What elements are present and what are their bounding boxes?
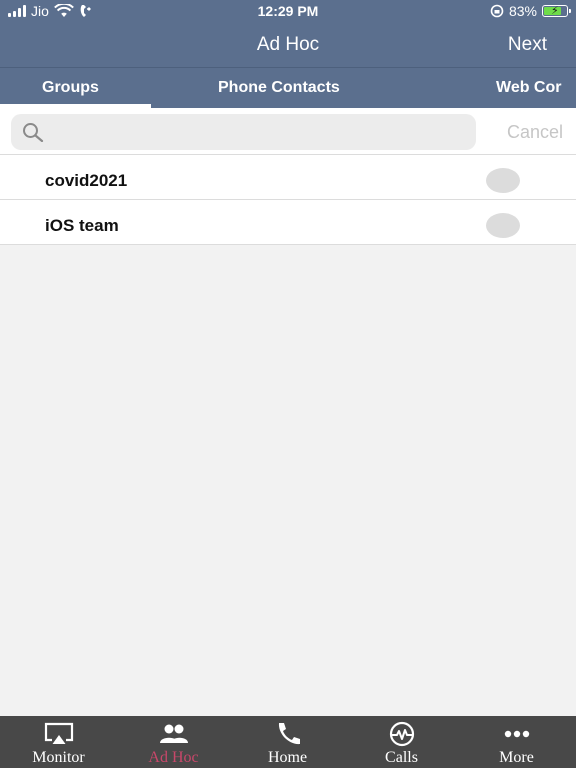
list-item[interactable]: iOS team — [0, 199, 576, 245]
segment-tabs: Groups Phone Contacts Web Cor — [0, 67, 576, 108]
bottom-tab-bar: Monitor Ad Hoc Home Calls More — [0, 716, 576, 768]
select-radio[interactable] — [486, 213, 520, 238]
tab-phone-contacts[interactable]: Phone Contacts — [218, 79, 340, 97]
tabbar-item-ad-hoc[interactable]: Ad Hoc — [116, 716, 231, 768]
status-bar: Jio 12:29 PM 83% ⚡ — [0, 0, 576, 24]
page-title: Ad Hoc — [256, 34, 320, 55]
pulse-icon — [389, 721, 414, 747]
cancel-button[interactable]: Cancel — [507, 122, 563, 143]
search-icon — [23, 123, 44, 142]
more-dots-icon — [504, 730, 529, 738]
tab-groups[interactable]: Groups — [42, 79, 99, 97]
phone-icon — [278, 723, 300, 745]
screen-lock-icon — [490, 4, 504, 18]
nav-bar: Ad Hoc Next — [0, 24, 576, 66]
select-radio[interactable] — [486, 168, 520, 193]
search-input[interactable] — [55, 118, 469, 148]
group-name: iOS team — [45, 216, 119, 235]
tabbar-item-monitor[interactable]: Monitor — [1, 716, 116, 768]
group-name: covid2021 — [45, 171, 128, 190]
tabbar-item-calls[interactable]: Calls — [344, 716, 459, 768]
tab-web-contacts[interactable]: Web Cor — [496, 79, 561, 97]
group-list: covid2021 iOS team — [0, 154, 576, 245]
search-field[interactable] — [11, 114, 476, 150]
users-icon — [159, 724, 188, 743]
tabbar-item-more[interactable]: More — [459, 716, 574, 768]
header: Jio 12:29 PM 83% ⚡ Ad Hoc Next Groups Ph… — [0, 0, 576, 108]
airplay-icon — [44, 722, 73, 744]
battery-percent: 83% — [508, 3, 537, 19]
search-bar: Cancel — [0, 108, 576, 154]
next-button[interactable]: Next — [508, 34, 547, 56]
battery-icon: ⚡ — [542, 5, 571, 17]
list-item[interactable]: covid2021 — [0, 154, 576, 199]
tabbar-item-home[interactable]: Home — [230, 716, 345, 768]
